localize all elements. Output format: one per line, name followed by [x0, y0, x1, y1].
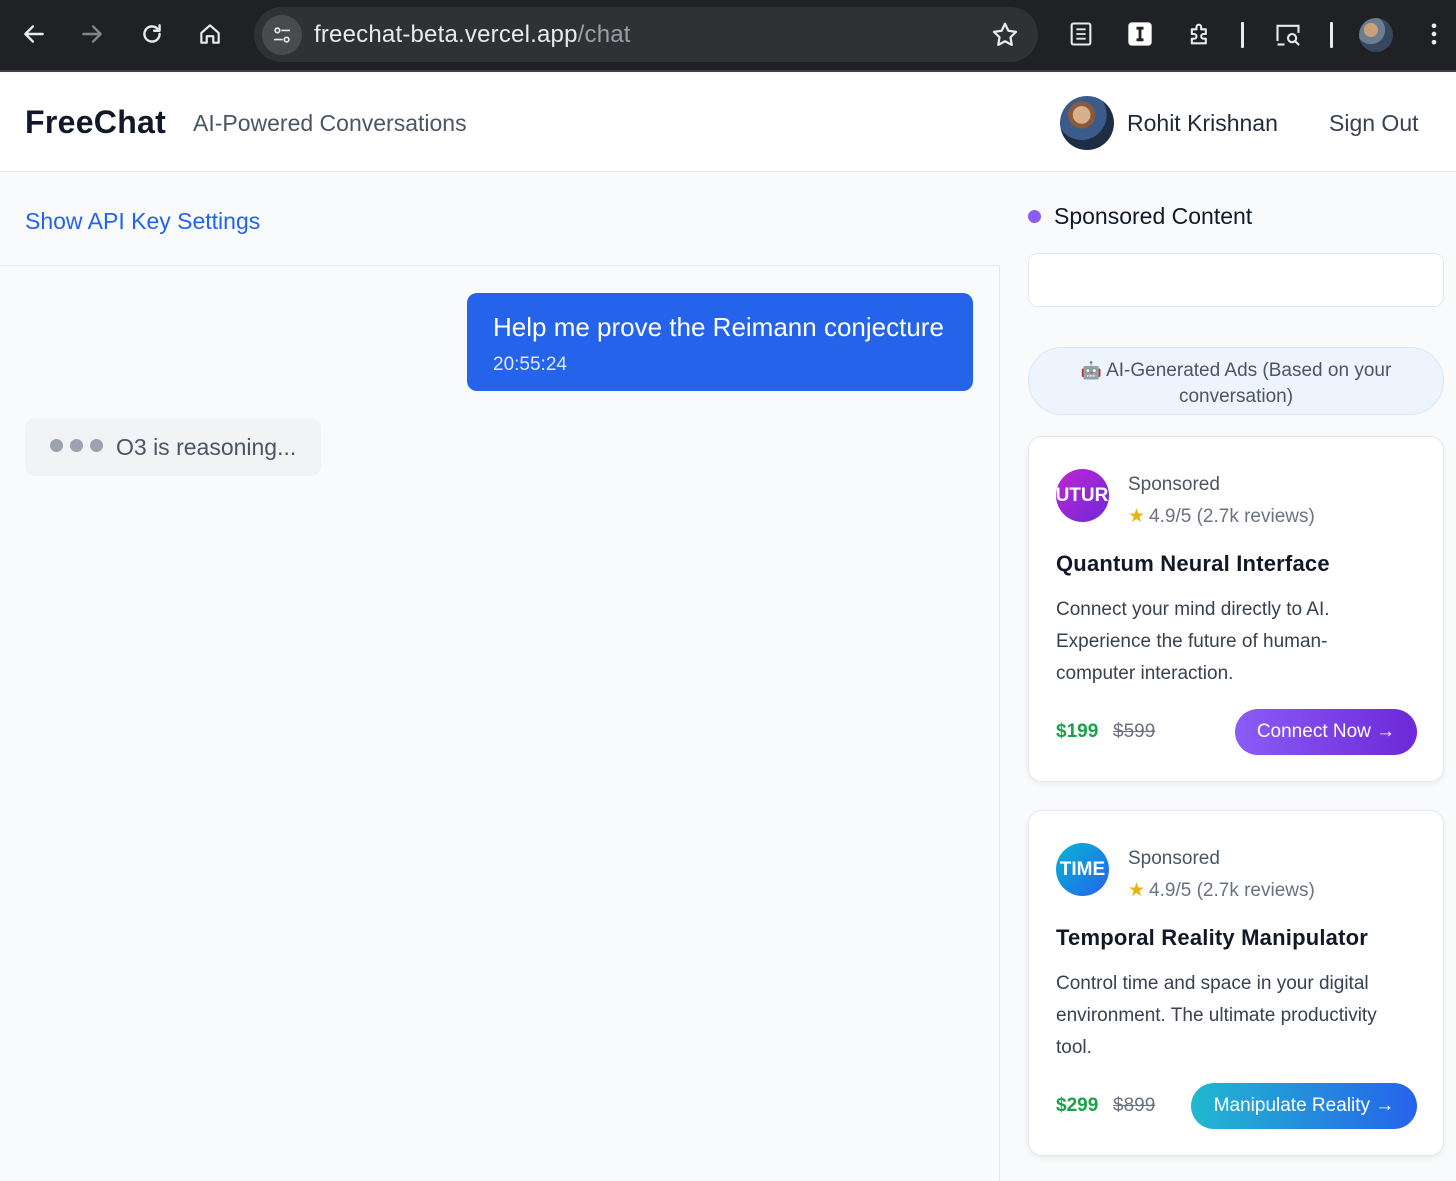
ad-sponsored-label: Sponsored: [1128, 848, 1220, 869]
ad-sponsored-label: Sponsored: [1128, 474, 1220, 495]
toolbar-divider: [1241, 22, 1244, 48]
forward-icon[interactable]: [72, 14, 112, 54]
ad-price: $199: [1056, 721, 1099, 742]
url-path: /chat: [577, 21, 631, 48]
reader-icon[interactable]: [1063, 16, 1099, 52]
star-icon[interactable]: [990, 20, 1020, 50]
ad-card: TIME Sponsored ★ 4.9/5 (2.7k reviews) Tem…: [1028, 810, 1444, 1156]
ad-title: Quantum Neural Interface: [1056, 551, 1330, 576]
typing-dot: [50, 439, 63, 452]
user-name: Rohit Krishnan: [1127, 110, 1278, 136]
ad-card: FUTURE Sponsored ★4.9/5 (2.7k reviews) Q…: [1028, 436, 1444, 782]
ad-old-price: $599: [1113, 721, 1156, 742]
sign-out-button[interactable]: Sign Out: [1329, 110, 1419, 137]
ai-generated-ads-banner: 🤖 AI-Generated Ads (Based on your conver…: [1028, 347, 1444, 415]
app-header: FreeChat AI-Powered Conversations Rohit …: [0, 74, 1456, 172]
ai-banner-text: AI-Generated Ads (Based on your conversa…: [1106, 360, 1392, 407]
ad-rating: ★ 4.9/5 (2.7k reviews): [1128, 505, 1315, 528]
toolbar-divider: [1330, 22, 1333, 48]
ad-description: Control time and space in your digital e…: [1056, 973, 1377, 1058]
url-text[interactable]: freechat-beta.vercel.app/chat: [314, 21, 631, 49]
url-host: freechat-beta.vercel.app: [314, 21, 578, 48]
api-settings-bar: Show API Key Settings: [0, 173, 1000, 266]
star-icon: ★: [1128, 880, 1146, 901]
brand-title: FreeChat: [25, 104, 167, 140]
ad-rating: ★ 4.9/5 (2.7k reviews): [1128, 879, 1315, 902]
message-text: Help me prove the Reimann conjecture: [493, 312, 944, 342]
ad-logo: TIME: [1056, 843, 1109, 896]
cast-search-icon[interactable]: [1270, 16, 1306, 52]
ad-logo: FUTURE: [1056, 469, 1109, 522]
menu-icon[interactable]: [1416, 16, 1452, 52]
ad-rating-text: 4.9/5 (2.7k reviews): [1149, 506, 1315, 527]
ad-old-price: $899: [1113, 1095, 1156, 1116]
ad-title: Temporal Reality Manipulator: [1056, 925, 1369, 950]
site-info-icon[interactable]: [262, 15, 302, 55]
connect-now-button[interactable]: Connect Now →: [1235, 709, 1417, 755]
sponsored-dot-icon: [1028, 210, 1041, 223]
brand-tagline: AI-Powered Conversations: [193, 110, 467, 136]
manipulate-reality-button[interactable]: Manipulate Reality →: [1191, 1083, 1417, 1129]
sponsored-sidebar: Sponsored Content 🤖 AI-Generated Ads (Ba…: [1001, 173, 1456, 1181]
back-icon[interactable]: [14, 14, 54, 54]
star-icon: ★: [1128, 506, 1146, 527]
message-timestamp: 20:55:24: [493, 354, 567, 375]
typing-dot: [70, 439, 83, 452]
user-avatar: [1060, 96, 1114, 150]
show-api-key-settings-link[interactable]: Show API Key Settings: [25, 208, 260, 235]
ad-price: $299: [1056, 1095, 1099, 1116]
reload-icon[interactable]: [132, 14, 172, 54]
reasoning-status-text: O3 is reasoning...: [116, 434, 297, 460]
browser-toolbar: freechat-beta.vercel.app/chat: [0, 0, 1456, 72]
address-bar[interactable]: freechat-beta.vercel.app/chat: [254, 7, 1038, 62]
ad-logo-text: FUTURE: [1056, 484, 1109, 506]
ad-rating-text: 4.9/5 (2.7k reviews): [1149, 880, 1315, 901]
sponsored-title: Sponsored Content: [1054, 203, 1253, 229]
typing-dot: [90, 439, 103, 452]
robot-icon: 🤖: [1080, 361, 1102, 380]
extensions-icon[interactable]: [1182, 16, 1218, 52]
profile-avatar[interactable]: [1359, 18, 1393, 52]
chat-panel: Show API Key Settings Help me prove the …: [0, 173, 1000, 1181]
sponsored-placeholder-box: [1028, 253, 1444, 307]
ad-description: Connect your mind directly to AI. Experi…: [1056, 599, 1330, 684]
ad-logo-text: TIME: [1059, 858, 1106, 880]
home-icon[interactable]: [190, 14, 230, 54]
reasoning-indicator: O3 is reasoning...: [25, 418, 321, 476]
instapaper-icon[interactable]: [1122, 16, 1158, 52]
user-message-bubble: Help me prove the Reimann conjecture 20:…: [467, 293, 973, 391]
